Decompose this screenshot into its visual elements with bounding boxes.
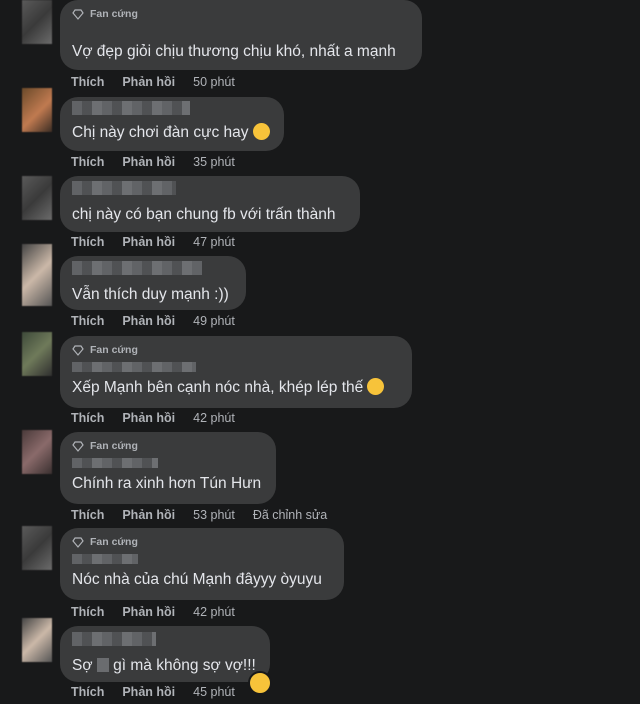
comment-bubble: Fan cứng Vợ đẹp giỏi chịu thương chịu kh… bbox=[60, 0, 422, 70]
like-button[interactable]: Thích bbox=[71, 685, 104, 699]
avatar[interactable] bbox=[22, 244, 52, 306]
comment-actions: Thích Phản hồi 47 phút bbox=[71, 235, 253, 249]
comment-text: chị này có bạn chung fb với trấn thành bbox=[72, 206, 336, 223]
avatar[interactable] bbox=[22, 88, 52, 132]
comment-text: Chị này chơi đàn cực hay bbox=[72, 123, 272, 143]
reply-button[interactable]: Phản hồi bbox=[122, 155, 175, 169]
avatar[interactable] bbox=[22, 0, 52, 44]
diamond-icon bbox=[72, 345, 84, 356]
like-button[interactable]: Thích bbox=[71, 508, 104, 522]
comment-text: Vẫn thích duy mạnh :)) bbox=[72, 286, 229, 303]
reply-button[interactable]: Phản hồi bbox=[122, 314, 175, 328]
avatar[interactable] bbox=[22, 430, 52, 474]
avatar[interactable] bbox=[22, 526, 52, 570]
timestamp[interactable]: 42 phút bbox=[193, 411, 235, 425]
comment-actions: Thích Phản hồi 42 phút bbox=[71, 605, 253, 619]
like-button[interactable]: Thích bbox=[71, 155, 104, 169]
author-name-redacted[interactable] bbox=[72, 362, 196, 372]
like-button[interactable]: Thích bbox=[71, 314, 104, 328]
comment-text: Sợ gì mà không sợ vợ!!! bbox=[72, 657, 256, 674]
timestamp[interactable]: 45 phút bbox=[193, 685, 235, 699]
like-button[interactable]: Thích bbox=[71, 235, 104, 249]
author-name-redacted[interactable] bbox=[72, 554, 138, 564]
diamond-icon bbox=[72, 9, 84, 20]
comment-bubble: Vẫn thích duy mạnh :)) bbox=[60, 256, 246, 310]
like-button[interactable]: Thích bbox=[71, 75, 104, 89]
fan-badge: Fan cứng bbox=[72, 342, 400, 358]
author-name-redacted[interactable] bbox=[72, 632, 156, 646]
author-name-redacted[interactable] bbox=[72, 458, 158, 468]
timestamp[interactable]: 35 phút bbox=[193, 155, 235, 169]
avatar[interactable] bbox=[22, 176, 52, 220]
timestamp[interactable]: 53 phút bbox=[193, 508, 235, 522]
badge-label: Fan cứng bbox=[90, 344, 138, 356]
comment-bubble: Sợ gì mà không sợ vợ!!! bbox=[60, 626, 270, 682]
reply-button[interactable]: Phản hồi bbox=[122, 75, 175, 89]
comment-text: Chính ra xinh hơn Tún Hưn bbox=[72, 475, 262, 492]
reply-button[interactable]: Phản hồi bbox=[122, 411, 175, 425]
comment-actions: Thích Phản hồi 45 phút bbox=[71, 685, 253, 699]
fan-badge: Fan cứng bbox=[72, 6, 410, 22]
reply-button[interactable]: Phản hồi bbox=[122, 508, 175, 522]
like-button[interactable]: Thích bbox=[71, 605, 104, 619]
badge-label: Fan cứng bbox=[90, 536, 138, 548]
comment-actions: Thích Phản hồi 42 phút bbox=[71, 411, 253, 425]
diamond-icon bbox=[72, 537, 84, 548]
fan-badge: Fan cứng bbox=[72, 534, 332, 550]
comment-text: Xếp Mạnh bên cạnh nóc nhà, khép lép thế bbox=[72, 378, 400, 398]
comment-actions: Thích Phản hồi 35 phút bbox=[71, 155, 253, 169]
comment-bubble: Fan cứng Xếp Mạnh bên cạnh nóc nhà, khép… bbox=[60, 336, 412, 408]
comment-actions: Thích Phản hồi 49 phút bbox=[71, 314, 253, 328]
author-name-redacted[interactable] bbox=[72, 181, 176, 195]
avatar[interactable] bbox=[22, 332, 52, 376]
edited-label[interactable]: Đã chỉnh sửa bbox=[253, 508, 327, 522]
comment-actions: Thích Phản hồi 50 phút bbox=[71, 75, 253, 89]
tongue-emoji-icon bbox=[367, 378, 385, 395]
fan-badge: Fan cứng bbox=[72, 438, 264, 454]
author-name-redacted[interactable] bbox=[72, 101, 190, 115]
comment-actions: Thích Phản hồi 53 phút Đã chỉnh sửa bbox=[71, 508, 345, 522]
comment-bubble: Fan cứng Nóc nhà của chú Mạnh đâyyy òyuy… bbox=[60, 528, 344, 600]
comment-bubble: Chị này chơi đàn cực hay bbox=[60, 97, 284, 151]
timestamp[interactable]: 50 phút bbox=[193, 75, 235, 89]
author-name-redacted[interactable] bbox=[72, 261, 202, 275]
diamond-icon bbox=[72, 441, 84, 452]
like-button[interactable]: Thích bbox=[71, 411, 104, 425]
badge-label: Fan cứng bbox=[90, 8, 138, 20]
badge-label: Fan cứng bbox=[90, 440, 138, 452]
timestamp[interactable]: 49 phút bbox=[193, 314, 235, 328]
reply-button[interactable]: Phản hồi bbox=[122, 685, 175, 699]
smile-emoji-icon bbox=[252, 123, 270, 140]
timestamp[interactable]: 42 phút bbox=[193, 605, 235, 619]
comment-bubble: Fan cứng Chính ra xinh hơn Tún Hưn bbox=[60, 432, 276, 504]
reply-button[interactable]: Phản hồi bbox=[122, 605, 175, 619]
laugh-emoji-icon[interactable] bbox=[248, 671, 272, 695]
comment-text: Vợ đẹp giỏi chịu thương chịu khó, nhất a… bbox=[72, 43, 396, 60]
redacted-word bbox=[96, 658, 109, 672]
timestamp[interactable]: 47 phút bbox=[193, 235, 235, 249]
reply-button[interactable]: Phản hồi bbox=[122, 235, 175, 249]
comment-text: Nóc nhà của chú Mạnh đâyyy òyuyu bbox=[72, 571, 322, 588]
avatar[interactable] bbox=[22, 618, 52, 662]
comment-bubble: chị này có bạn chung fb với trấn thành bbox=[60, 176, 360, 232]
